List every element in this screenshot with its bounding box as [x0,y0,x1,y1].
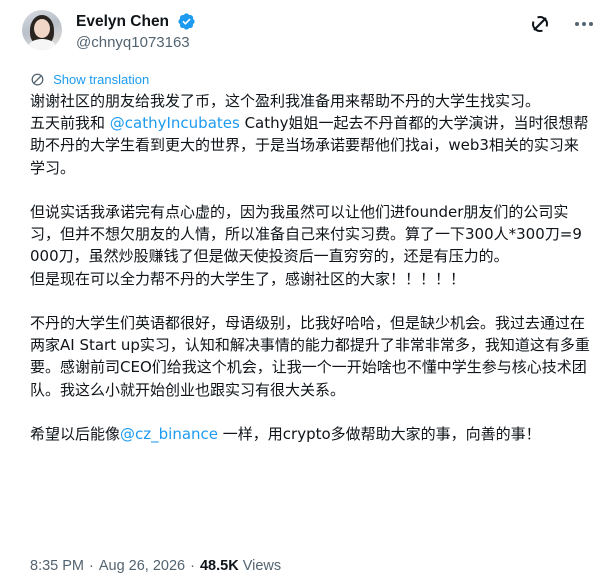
author-avatar[interactable] [22,10,62,50]
author-names: Evelyn Chen @chnyq1073163 [76,11,196,53]
more-dots-icon[interactable] [572,12,596,36]
tweet-text-segment: 一样，用crypto多做帮助大家的事，向善的事！ [218,425,541,443]
tweet-text-segment: 希望以后能像 [30,425,121,443]
mention-cathyincubates-link[interactable]: @cathyIncubates [110,114,240,132]
tweet-paragraph-1: 谢谢社区的朋友给我发了币，这个盈利我准备用来帮助不丹的大学生找实习。 [30,92,541,110]
views-label: Views [242,558,282,574]
meta-separator: · [190,558,195,574]
translate-icon [31,73,44,86]
tweet-header: Evelyn Chen @chnyq1073163 [22,8,593,56]
mention-cz-binance-link[interactable]: @cz_binance [120,425,218,443]
show-translation-label: Show translation [53,72,150,87]
tweet-paragraph-4: 但是现在可以全力帮不丹的大学生了，感谢社区的大家！！！！！ [30,269,466,288]
tweet-text: 谢谢社区的朋友给我发了币，这个盈利我准备用来帮助不丹的大学生找实习。 五天前我和… [30,90,590,445]
verified-badge-icon [178,13,195,30]
avatar-body [28,39,56,50]
tweet-paragraph-3: 但说实话我承诺完有点心虚的，因为我虽然可以让他们进founder朋友们的公司实习… [30,203,582,266]
grok-icon[interactable] [528,12,552,36]
tweet-meta: 8:35 PM · Aug 26, 2026 · 48.5K Views [30,555,590,577]
meta-separator: · [89,558,94,574]
views-count: 48.5K [199,558,239,574]
tweet-paragraph-6: 希望以后能像@cz_binance 一样，用crypto多做帮助大家的事，向善的… [30,423,590,445]
avatar-face [34,19,50,38]
tweet-date[interactable]: Aug 26, 2026 [99,558,185,574]
tweet-text-segment: 五天前我和 [30,114,110,133]
tweet-paragraph-2: 五天前我和 @cathyIncubates Cathy姐姐一起去不丹首都的大学演… [30,112,590,179]
author-handle[interactable]: @chnyq1073163 [76,33,196,53]
tweet-time[interactable]: 8:35 PM [30,558,84,574]
tweet-paragraph-5: 不丹的大学生们英语都很好，母语级别，比我好哈哈，但是缺少机会。我过去通过在两家A… [30,314,590,399]
show-translation-link[interactable]: Show translation [30,69,150,87]
author-display-name[interactable]: Evelyn Chen [76,12,169,32]
